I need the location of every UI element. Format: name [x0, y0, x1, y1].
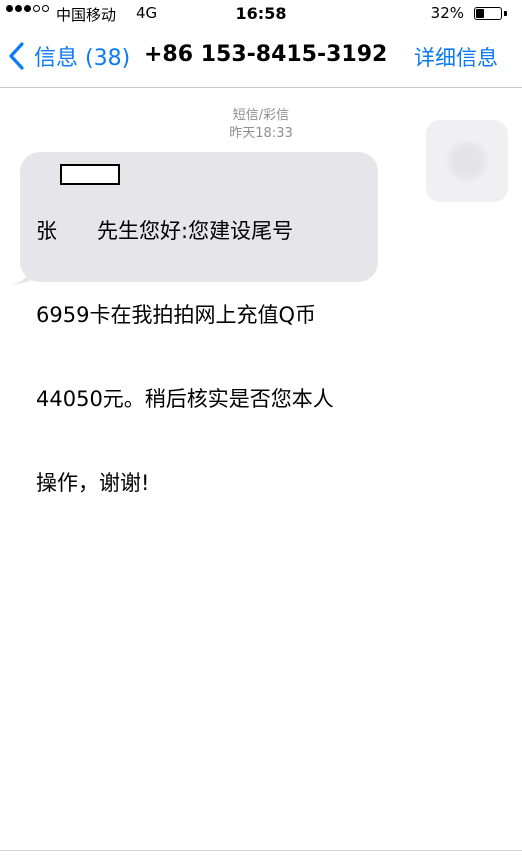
incoming-message-bubble[interactable]: 张 先生您好:您建设尾号 6959卡在我拍拍网上充值Q币 44050元。稍后核实…	[20, 152, 378, 495]
placeholder-circle-icon	[445, 139, 489, 183]
message-line: 6959卡在我拍拍网上充值Q币	[36, 303, 316, 327]
back-button[interactable]: 信息 (38)	[8, 40, 130, 72]
navigation-bar: 信息 (38) +86 153-8415-3192 详细信息	[0, 28, 522, 88]
details-button[interactable]: 详细信息	[414, 42, 498, 72]
message-line: 张 先生您好:您建设尾号	[36, 219, 294, 243]
message-line: 44050元。稍后核实是否您本人	[36, 387, 334, 411]
battery-tip	[504, 11, 507, 16]
chevron-left-icon	[8, 41, 34, 71]
contact-phone-number: +86 153-8415-3192	[144, 42, 388, 67]
input-bar-divider	[0, 850, 522, 851]
battery-icon	[474, 7, 502, 20]
redaction-box	[60, 164, 120, 185]
message-line: 操作，谢谢!	[36, 471, 150, 495]
status-bar: 中国移动 4G 16:58 32%	[0, 0, 522, 28]
media-placeholder[interactable]	[426, 120, 508, 202]
battery-level-fill	[476, 9, 484, 18]
battery-percent: 32%	[430, 4, 464, 22]
message-text: 张 先生您好:您建设尾号 6959卡在我拍拍网上充值Q币 44050元。稍后核实…	[36, 161, 364, 553]
back-label: 信息 (38)	[34, 46, 131, 71]
